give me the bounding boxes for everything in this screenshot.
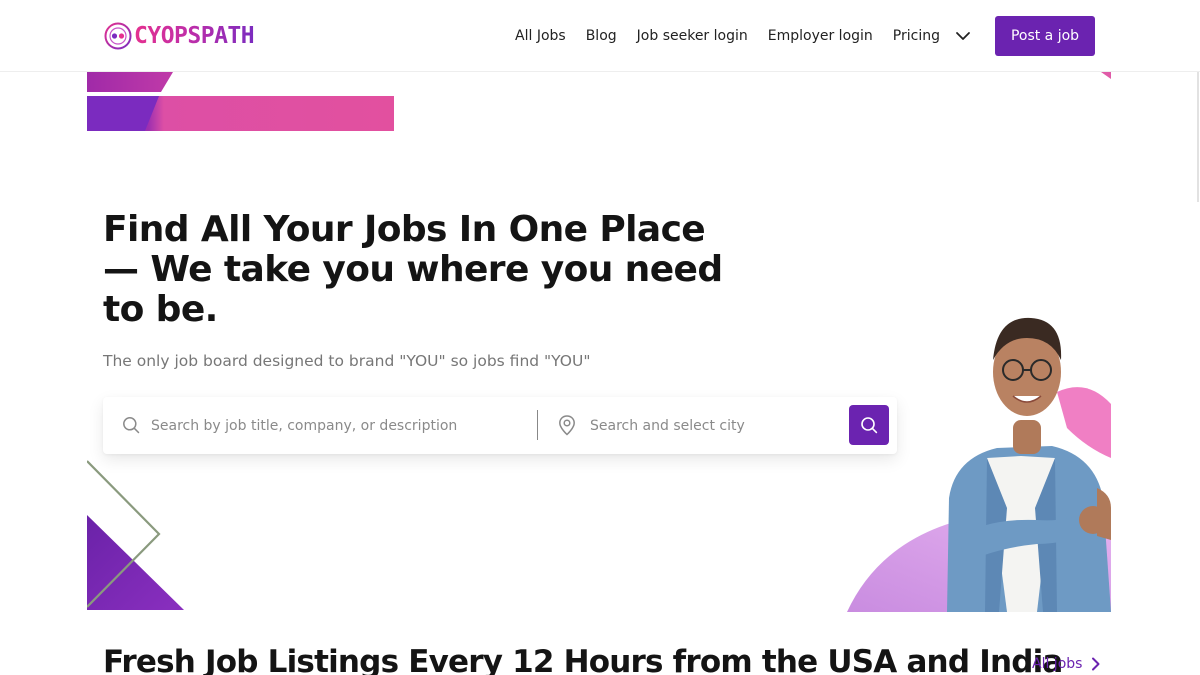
logo-globe-icon (104, 22, 132, 50)
all-jobs-link[interactable]: All jobs (1032, 656, 1104, 672)
decorative-bands-top-left (87, 72, 394, 131)
hero-title: Find All Your Jobs In One Place — We tak… (103, 209, 723, 330)
city-search-input[interactable] (590, 412, 840, 439)
nav-blog[interactable]: Blog (586, 24, 617, 48)
chevron-right-icon (1092, 657, 1100, 671)
search-submit-button[interactable] (849, 405, 889, 445)
nav-all-jobs[interactable]: All Jobs (515, 24, 566, 48)
decorative-corner-top-right (1101, 72, 1111, 79)
search-button-icon (861, 417, 878, 434)
nav-job-seeker-login[interactable]: Job seeker login (637, 24, 748, 48)
chevron-down-icon[interactable] (954, 27, 972, 45)
post-job-button[interactable]: Post a job (995, 16, 1095, 56)
scrollbar-track[interactable] (1197, 72, 1199, 202)
search-icon (123, 417, 140, 434)
job-search-input[interactable] (151, 412, 531, 439)
main-nav: All Jobs Blog Job seeker login Employer … (495, 24, 972, 48)
fresh-listings-title: Fresh Job Listings Every 12 Hours from t… (103, 644, 1063, 675)
hero-person-image (947, 317, 1111, 612)
site-header: CYOPSPATH All Jobs Blog Job seeker login… (0, 0, 1200, 72)
nav-employer-login[interactable]: Employer login (768, 24, 873, 48)
search-divider (537, 410, 538, 440)
hero-subtitle: The only job board designed to brand "YO… (103, 352, 591, 370)
location-pin-icon (559, 415, 575, 436)
job-search-bar (103, 397, 897, 454)
hero-section (87, 72, 1111, 612)
all-jobs-link-label: All jobs (1032, 656, 1083, 672)
nav-pricing[interactable]: Pricing (893, 24, 940, 48)
logo-wordmark: CYOPSPATH (134, 23, 255, 49)
site-logo[interactable]: CYOPSPATH (104, 20, 255, 52)
decorative-triangle-bottom-left (87, 460, 184, 610)
